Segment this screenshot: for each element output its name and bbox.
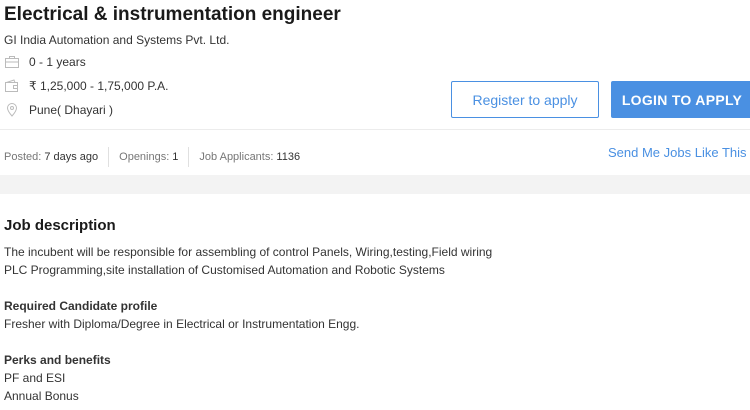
- wallet-icon: [4, 79, 20, 93]
- experience-text: 0 - 1 years: [29, 55, 86, 69]
- experience-row: 0 - 1 years: [4, 55, 86, 69]
- briefcase-icon: [4, 55, 20, 69]
- job-title: Electrical & instrumentation engineer: [4, 4, 341, 25]
- company-name[interactable]: GI India Automation and Systems Pvt. Ltd…: [4, 33, 229, 47]
- applicants-label: Job Applicants:: [199, 151, 274, 163]
- perk-item: Annual Bonus: [4, 389, 79, 403]
- divider: [0, 129, 750, 130]
- job-description-card: Job description The incubent will be res…: [0, 194, 750, 410]
- salary-text: ₹ 1,25,000 - 1,75,000 P.A.: [29, 79, 169, 93]
- openings-value: 1: [172, 151, 179, 163]
- description-line: PLC Programming,site installation of Cus…: [4, 263, 445, 277]
- applicants-stat: Job Applicants: 1136: [199, 151, 300, 163]
- job-stats: Posted: 7 days ago Openings: 1 Job Appli…: [4, 147, 300, 167]
- register-to-apply-button[interactable]: Register to apply: [451, 81, 599, 118]
- posted-stat: Posted: 7 days ago: [4, 151, 98, 163]
- location-text[interactable]: Pune( Dhayari ): [29, 103, 113, 117]
- perks-heading: Perks and benefits: [4, 353, 111, 367]
- location-pin-icon: [4, 103, 20, 117]
- description-line: The incubent will be responsible for ass…: [4, 245, 493, 259]
- job-description-heading: Job description: [4, 217, 116, 234]
- candidate-profile-text: Fresher with Diploma/Degree in Electrica…: [4, 317, 360, 331]
- openings-stat: Openings: 1: [119, 151, 178, 163]
- openings-label: Openings:: [119, 151, 170, 163]
- send-me-jobs-link[interactable]: Send Me Jobs Like This: [608, 145, 747, 160]
- applicants-value: 1136: [276, 151, 301, 163]
- posted-value: 7 days ago: [44, 151, 99, 163]
- posted-label: Posted:: [4, 151, 42, 163]
- candidate-profile-heading: Required Candidate profile: [4, 299, 158, 313]
- stat-separator: [108, 147, 110, 167]
- perk-item: PF and ESI: [4, 371, 66, 385]
- job-header-card: Electrical & instrumentation engineer GI…: [0, 0, 750, 175]
- location-row: Pune( Dhayari ): [4, 103, 113, 117]
- salary-row: ₹ 1,25,000 - 1,75,000 P.A.: [4, 79, 169, 93]
- login-to-apply-button[interactable]: LOGIN TO APPLY: [611, 81, 750, 118]
- stat-separator: [188, 147, 190, 167]
